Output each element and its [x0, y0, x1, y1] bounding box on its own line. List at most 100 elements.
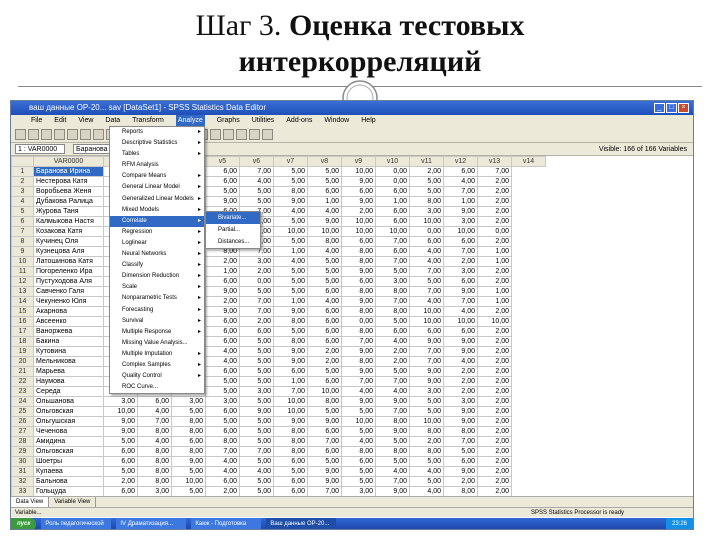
- data-cell[interactable]: 6,00: [239, 326, 274, 337]
- data-cell[interactable]: 3,00: [171, 396, 206, 407]
- toolbar-button[interactable]: [249, 129, 260, 140]
- data-cell[interactable]: 8,00: [137, 466, 172, 477]
- data-cell[interactable]: 2,00: [477, 176, 512, 187]
- data-cell[interactable]: 4,00: [409, 486, 444, 497]
- menu-edit[interactable]: Edit: [54, 115, 66, 127]
- data-cell[interactable]: 6,00: [307, 286, 342, 297]
- data-cell[interactable]: 5,00: [341, 406, 376, 417]
- data-cell[interactable]: 5,00: [307, 266, 342, 277]
- row-number[interactable]: 7: [11, 226, 34, 237]
- data-cell[interactable]: 8,00: [137, 446, 172, 457]
- data-cell[interactable]: 5,00: [409, 406, 444, 417]
- data-cell[interactable]: 7,00: [239, 296, 274, 307]
- data-cell[interactable]: 9,00: [443, 206, 478, 217]
- data-cell[interactable]: 5,00: [273, 326, 308, 337]
- data-cell[interactable]: 3,00: [443, 216, 478, 227]
- data-cell[interactable]: Чекуненко Юля: [33, 296, 104, 307]
- data-cell[interactable]: 2,00: [443, 376, 478, 387]
- data-cell[interactable]: 6,00: [307, 376, 342, 387]
- data-cell[interactable]: 5,00: [307, 366, 342, 377]
- data-cell[interactable]: 3,00: [137, 486, 172, 497]
- row-number[interactable]: 13: [11, 286, 34, 297]
- data-cell[interactable]: Кучинец Оля: [33, 236, 104, 247]
- data-cell[interactable]: 2,00: [409, 436, 444, 447]
- data-cell[interactable]: 5,00: [375, 456, 410, 467]
- data-cell[interactable]: 7,00: [477, 166, 512, 177]
- data-cell[interactable]: Нестерова Катя: [33, 176, 104, 187]
- data-cell[interactable]: 5,00: [273, 286, 308, 297]
- data-cell[interactable]: 2,00: [477, 466, 512, 477]
- menu-item[interactable]: General Linear Model ▸: [110, 182, 204, 193]
- data-cell[interactable]: 4,00: [341, 436, 376, 447]
- data-cell[interactable]: Авсеенко: [33, 316, 104, 327]
- data-cell[interactable]: 8,00: [273, 436, 308, 447]
- data-cell[interactable]: 8,00: [171, 446, 206, 457]
- data-cell[interactable]: Ольшанова: [33, 396, 104, 407]
- data-cell[interactable]: 7,00: [137, 416, 172, 427]
- data-cell[interactable]: 8,00: [273, 426, 308, 437]
- menu-item[interactable]: Missing Value Analysis...: [110, 338, 204, 349]
- data-cell[interactable]: 8,00: [137, 456, 172, 467]
- data-cell[interactable]: 4,00: [205, 346, 240, 357]
- data-cell[interactable]: 9,00: [341, 366, 376, 377]
- data-cell[interactable]: 7,00: [409, 346, 444, 357]
- row-number[interactable]: 9: [11, 246, 34, 257]
- data-cell[interactable]: 2,00: [477, 196, 512, 207]
- data-cell[interactable]: 1,00: [273, 296, 308, 307]
- menu-item[interactable]: Complex Samples ▸: [110, 360, 204, 371]
- data-cell[interactable]: 8,00: [341, 326, 376, 337]
- data-cell[interactable]: 5,00: [307, 456, 342, 467]
- data-cell[interactable]: 6,00: [307, 316, 342, 327]
- data-cell[interactable]: 5,00: [341, 466, 376, 477]
- menu-item[interactable]: ROC Curve...: [110, 382, 204, 393]
- data-cell[interactable]: 9,00: [375, 396, 410, 407]
- data-cell[interactable]: Середа: [33, 386, 104, 397]
- data-cell[interactable]: 6,00: [307, 426, 342, 437]
- row-number[interactable]: 16: [11, 316, 34, 327]
- column-header[interactable]: v12: [443, 156, 478, 167]
- data-cell[interactable]: Чеченова: [33, 426, 104, 437]
- data-cell[interactable]: Пустуходова Аля: [33, 276, 104, 287]
- row-number[interactable]: 12: [11, 276, 34, 287]
- data-cell[interactable]: 4,00: [443, 176, 478, 187]
- data-cell[interactable]: 6,00: [307, 326, 342, 337]
- row-number[interactable]: 23: [11, 386, 34, 397]
- data-cell[interactable]: 8,00: [341, 306, 376, 317]
- data-cell[interactable]: 9,00: [409, 336, 444, 347]
- data-cell[interactable]: 2,00: [477, 436, 512, 447]
- data-cell[interactable]: 9,00: [443, 346, 478, 357]
- menu-item[interactable]: Nonparametric Tests ▸: [110, 293, 204, 304]
- data-cell[interactable]: 7,00: [443, 436, 478, 447]
- data-cell[interactable]: 4,00: [409, 246, 444, 257]
- data-cell[interactable]: 2,00: [477, 356, 512, 367]
- column-header[interactable]: v5: [205, 156, 240, 167]
- row-number[interactable]: 30: [11, 456, 34, 467]
- taskbar-item[interactable]: Роль педагогической: [41, 518, 112, 529]
- toolbar-button[interactable]: [54, 129, 65, 140]
- data-cell[interactable]: 2,00: [477, 446, 512, 457]
- data-cell[interactable]: 2,00: [477, 346, 512, 357]
- data-cell[interactable]: 8,00: [171, 426, 206, 437]
- data-cell[interactable]: 4,00: [307, 246, 342, 257]
- data-cell[interactable]: 2,00: [443, 366, 478, 377]
- data-cell[interactable]: 5,00: [409, 456, 444, 467]
- data-cell[interactable]: 4,00: [239, 466, 274, 477]
- data-cell[interactable]: 8,00: [375, 286, 410, 297]
- data-cell[interactable]: 6,00: [341, 456, 376, 467]
- row-number[interactable]: 11: [11, 266, 34, 277]
- menu-item[interactable]: Survival ▸: [110, 316, 204, 327]
- column-header[interactable]: v6: [239, 156, 274, 167]
- data-cell[interactable]: 2,00: [443, 256, 478, 267]
- data-cell[interactable]: 7,00: [375, 256, 410, 267]
- data-cell[interactable]: 3,00: [443, 396, 478, 407]
- menu-window[interactable]: Window: [324, 115, 349, 127]
- data-cell[interactable]: 8,00: [341, 446, 376, 457]
- maximize-icon[interactable]: □: [666, 103, 677, 113]
- data-cell[interactable]: 5,00: [171, 486, 206, 497]
- data-cell[interactable]: 8,00: [409, 446, 444, 457]
- data-cell[interactable]: 4,00: [409, 466, 444, 477]
- data-cell[interactable]: 6,00: [375, 206, 410, 217]
- data-cell[interactable]: 6,00: [443, 456, 478, 467]
- data-cell[interactable]: 5,00: [307, 166, 342, 177]
- data-cell[interactable]: 4,00: [205, 466, 240, 477]
